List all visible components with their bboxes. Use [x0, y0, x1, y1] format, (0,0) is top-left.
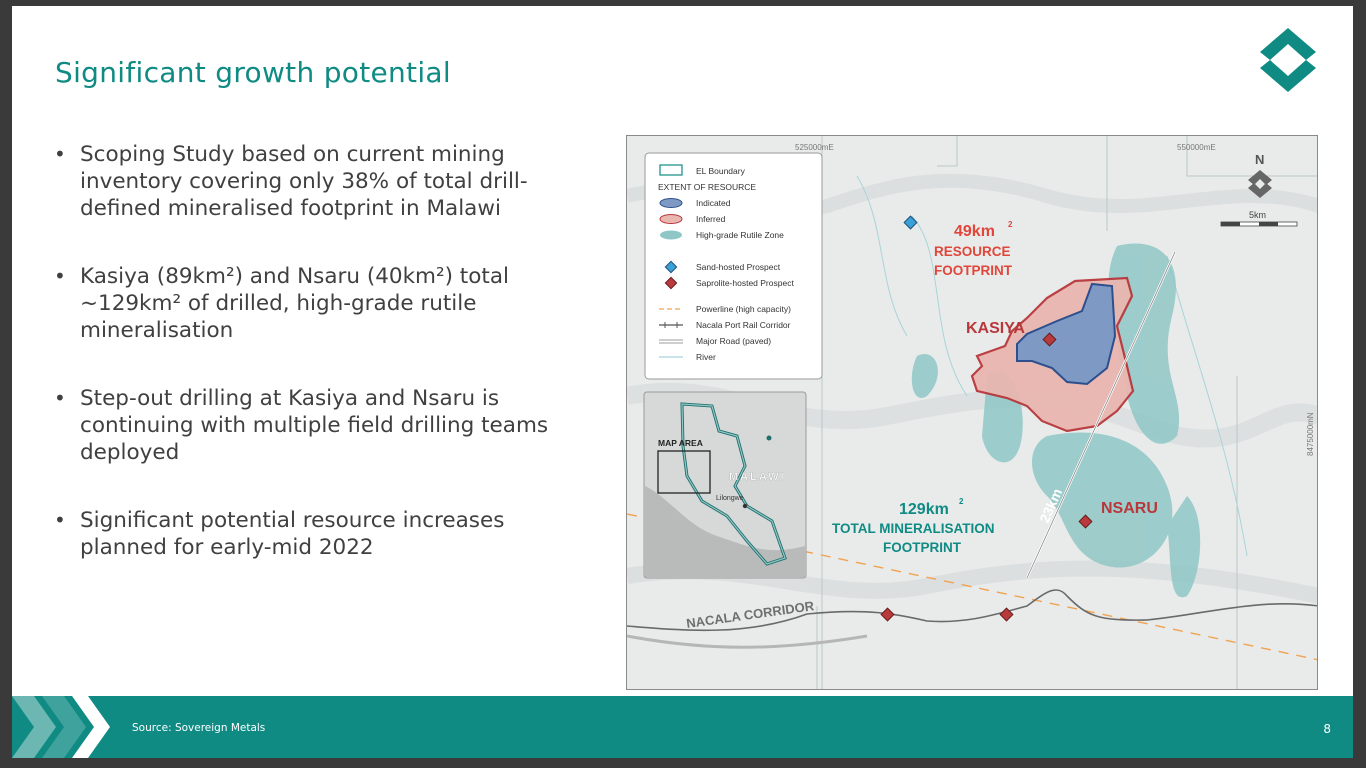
map-canvas: 525000mE 550000mE 8475000mN N 5km EL Bou… [627, 136, 1317, 689]
nsaru-label: NSARU [1101, 500, 1158, 517]
project-map: 525000mE 550000mE 8475000mN N 5km EL Bou… [626, 135, 1318, 690]
bullet-text: Kasiya (89km²) and Nsaru (40km²) total ~… [80, 264, 509, 343]
scale-label: 5km [1249, 210, 1266, 220]
bullet-item: • Step-out drilling at Kasiya and Nsaru … [54, 385, 594, 466]
svg-text:TOTAL MINERALISATION: TOTAL MINERALISATION [832, 521, 995, 536]
bullet-dot: • [54, 264, 66, 288]
bullet-dot: • [54, 386, 66, 410]
chevron-decoration-icon [12, 696, 110, 758]
footer-bar: Source: Sovereign Metals 8 [12, 696, 1353, 758]
grid-label-8475000: 8475000mN [1306, 412, 1315, 456]
bullet-item: • Scoping Study based on current mining … [54, 141, 594, 222]
svg-text:Lilongwe: Lilongwe [716, 495, 744, 502]
grid-label-525000: 525000mE [795, 143, 834, 152]
svg-text:Major Road (paved): Major Road (paved) [696, 336, 771, 346]
scale-bar [1220, 221, 1298, 227]
svg-text:EL Boundary: EL Boundary [696, 166, 746, 176]
svg-text:Nacala Port Rail Corridor: Nacala Port Rail Corridor [696, 320, 791, 330]
kasiya-label: KASIYA [966, 320, 1025, 337]
bullet-item: • Significant potential resource increas… [54, 507, 594, 561]
page-number: 8 [1323, 722, 1331, 736]
bullet-text: Step-out drilling at Kasiya and Nsaru is… [80, 386, 549, 465]
bullet-item: • Kasiya (89km²) and Nsaru (40km²) total… [54, 263, 594, 344]
svg-text:MALAWI: MALAWI [729, 471, 786, 483]
svg-text:High-grade Rutile Zone: High-grade Rutile Zone [696, 230, 784, 240]
svg-text:FOOTPRINT: FOOTPRINT [883, 540, 962, 555]
svg-text:FOOTPRINT: FOOTPRINT [934, 263, 1013, 278]
svg-text:Inferred: Inferred [696, 214, 726, 224]
bullet-dot: • [54, 142, 66, 166]
svg-text:49km: 49km [954, 223, 995, 240]
svg-text:129km: 129km [899, 501, 949, 518]
svg-text:MAP AREA: MAP AREA [658, 438, 703, 448]
svg-text:2: 2 [1008, 220, 1013, 229]
svg-text:2: 2 [959, 497, 964, 506]
map-legend: EL Boundary EXTENT OF RESOURCE Indicated… [644, 152, 823, 380]
svg-text:River: River [696, 352, 716, 362]
svg-text:Indicated: Indicated [696, 198, 731, 208]
north-label: N [1255, 152, 1264, 167]
sovereign-logo-icon [1260, 28, 1316, 92]
bullet-text: Significant potential resource increases… [80, 508, 505, 560]
slide-title: Significant growth potential [55, 56, 451, 89]
svg-text:RESOURCE: RESOURCE [934, 244, 1011, 259]
grid-label-550000: 550000mE [1177, 143, 1216, 152]
svg-text:Sand-hosted Prospect: Sand-hosted Prospect [696, 262, 781, 272]
inset-map: MAP AREA MALAWI Lilongwe [643, 391, 807, 579]
slide: Significant growth potential • Scoping S… [12, 6, 1353, 758]
bullet-text: Scoping Study based on current mining in… [80, 142, 528, 221]
source-note: Source: Sovereign Metals [132, 722, 266, 734]
bullet-list: • Scoping Study based on current mining … [54, 141, 594, 602]
bullet-dot: • [54, 508, 66, 532]
svg-text:Saprolite-hosted Prospect: Saprolite-hosted Prospect [696, 278, 794, 288]
svg-text:EXTENT OF RESOURCE: EXTENT OF RESOURCE [658, 182, 756, 192]
svg-text:Powerline (high capacity): Powerline (high capacity) [696, 304, 791, 314]
